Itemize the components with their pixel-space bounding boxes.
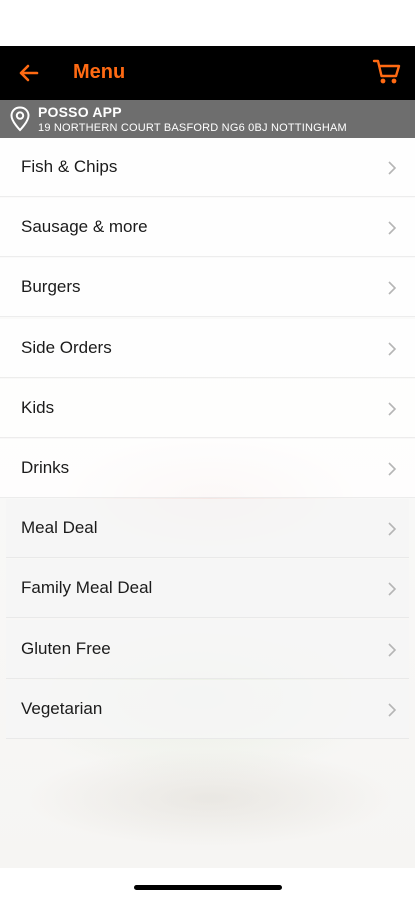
- chevron-right-icon: [388, 161, 397, 175]
- chevron-right-icon: [388, 462, 397, 476]
- location-pin-icon: [10, 106, 30, 132]
- chevron-right-icon: [388, 281, 397, 295]
- menu-item-label: Kids: [21, 397, 55, 417]
- menu-item-family-meal-deal[interactable]: Family Meal Deal: [6, 559, 409, 619]
- menu-item-side-orders[interactable]: Side Orders: [0, 318, 415, 378]
- cart-icon: [372, 59, 401, 84]
- store-info-bar[interactable]: POSSO APP 19 NORTHERN COURT BASFORD NG6 …: [0, 100, 415, 138]
- cart-button[interactable]: [371, 56, 403, 88]
- store-address: 19 NORTHERN COURT BASFORD NG6 0BJ NOTTIN…: [38, 122, 347, 134]
- menu-item-fish-chips[interactable]: Fish & Chips: [0, 138, 415, 197]
- chevron-right-icon: [388, 402, 397, 416]
- chevron-right-icon: [388, 522, 397, 536]
- menu-item-label: Drinks: [21, 457, 70, 477]
- chevron-right-icon: [388, 642, 397, 657]
- menu-item-drinks[interactable]: Drinks: [0, 438, 415, 498]
- menu-item-vegetarian[interactable]: Vegetarian: [6, 679, 409, 739]
- page-title: Menu: [73, 61, 126, 83]
- menu-item-label: Side Orders: [21, 337, 112, 357]
- chevron-right-icon: [388, 221, 397, 235]
- menu-item-sausage-more[interactable]: Sausage & more: [0, 198, 415, 258]
- menu-item-kids[interactable]: Kids: [0, 378, 415, 438]
- status-bar-area: [0, 0, 415, 46]
- menu-item-label: Fish & Chips: [21, 157, 118, 176]
- menu-category-list: Fish & Chips Sausage & more Burgers Side…: [0, 138, 415, 740]
- menu-item-label: Meal Deal: [21, 518, 98, 538]
- menu-item-label: Sausage & more: [21, 217, 148, 237]
- menu-item-gluten-free[interactable]: Gluten Free: [6, 619, 409, 679]
- chevron-right-icon: [388, 582, 397, 596]
- chevron-right-icon: [388, 341, 397, 356]
- menu-item-label: Burgers: [21, 277, 81, 297]
- menu-item-burgers[interactable]: Burgers: [0, 258, 415, 318]
- menu-item-meal-deal[interactable]: Meal Deal: [6, 499, 409, 559]
- menu-item-label: Gluten Free: [21, 638, 111, 658]
- chevron-right-icon: [388, 703, 397, 717]
- menu-content: Fish & Chips Sausage & more Burgers Side…: [0, 138, 415, 868]
- menu-item-label: Vegetarian: [21, 698, 103, 718]
- app-header: Menu: [0, 46, 415, 100]
- arrow-left-icon: [19, 64, 39, 82]
- menu-item-label: Family Meal Deal: [21, 578, 153, 598]
- home-indicator[interactable]: [134, 885, 282, 890]
- back-button[interactable]: [14, 58, 44, 88]
- store-name: POSSO APP: [38, 104, 122, 120]
